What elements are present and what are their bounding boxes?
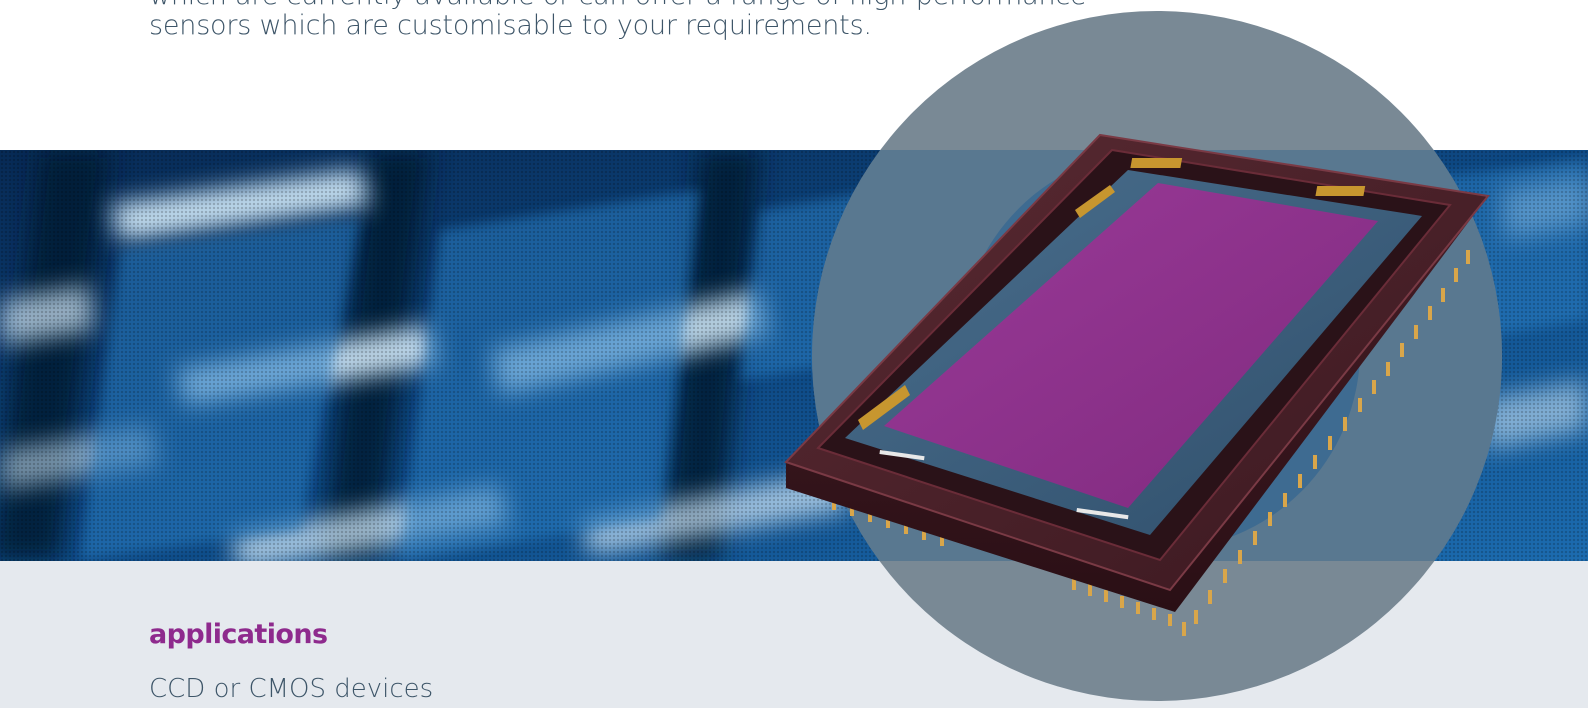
- intro-paragraph: which are currently available or can off…: [149, 0, 1087, 44]
- brochure-page: which are currently available or can off…: [0, 0, 1588, 708]
- applications-list-item: CCD or CMOS devices: [149, 674, 434, 704]
- intro-line-2: sensors which are customisable to your r…: [149, 10, 872, 41]
- applications-heading: applications: [149, 619, 328, 650]
- intro-line-1: which are currently available or can off…: [149, 0, 1087, 14]
- pixel-mesh-overlay: [0, 150, 1588, 561]
- hero-banner-image: [0, 150, 1588, 561]
